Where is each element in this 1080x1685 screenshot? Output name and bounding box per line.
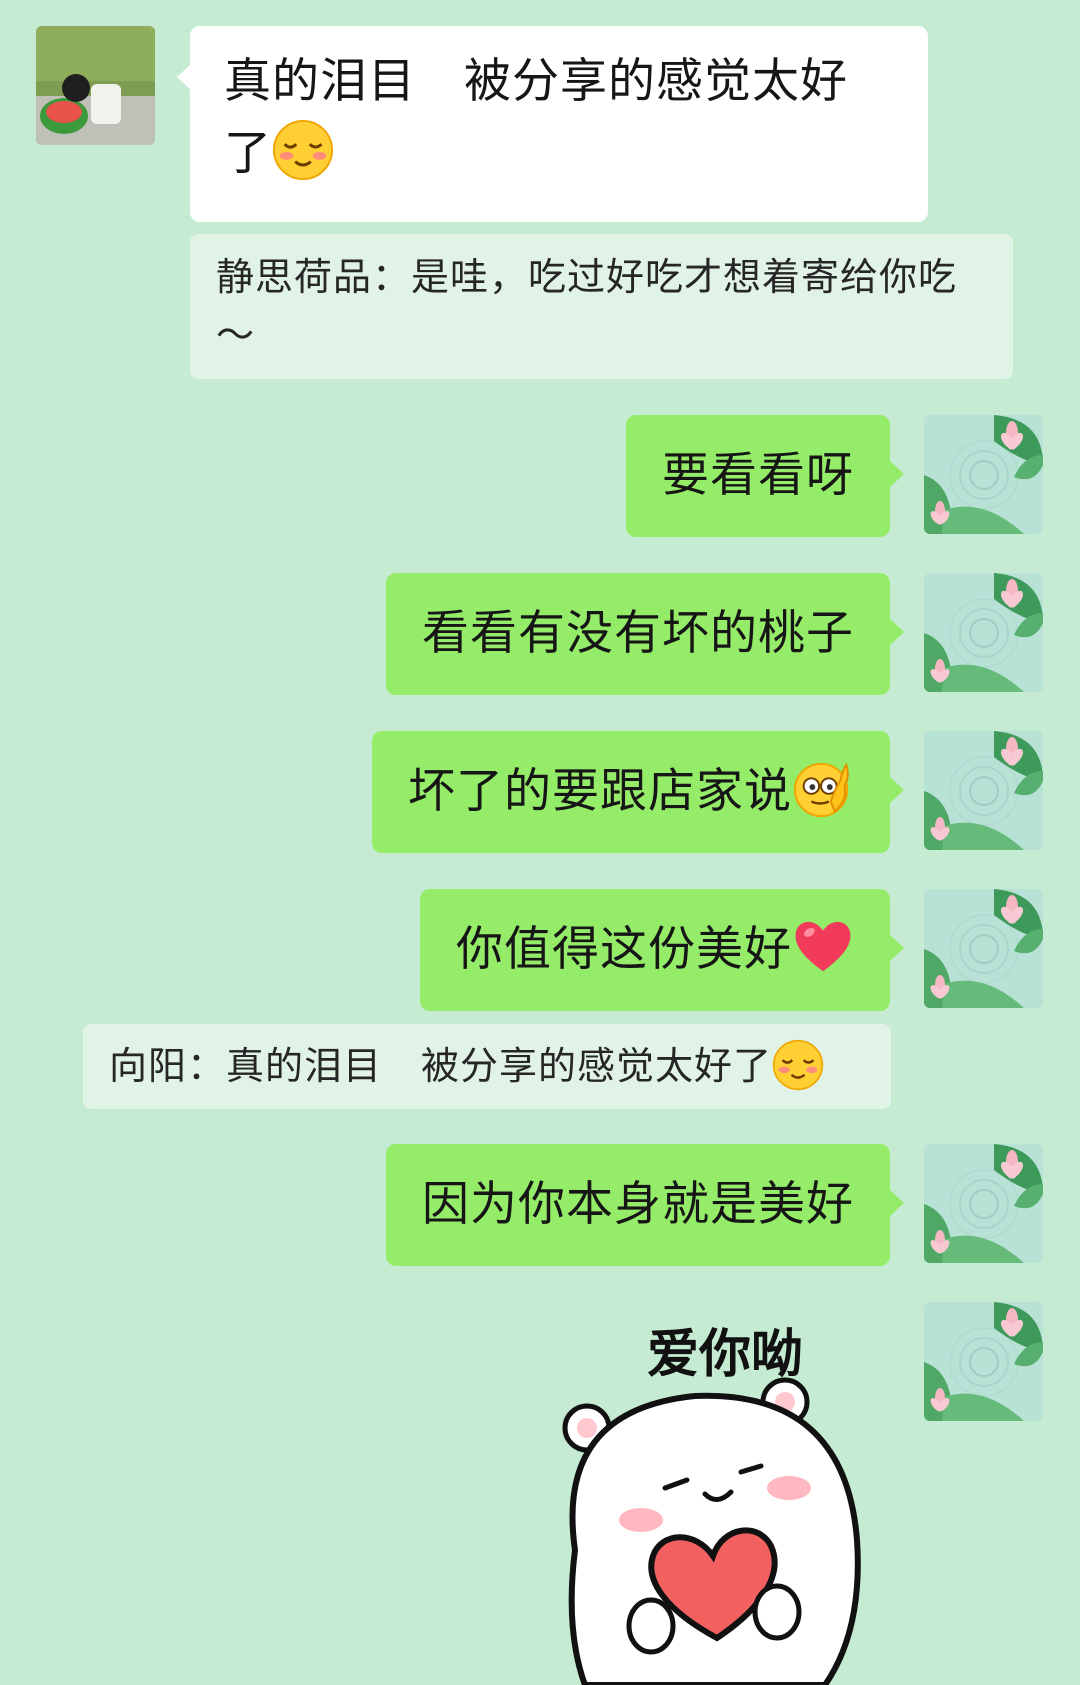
my-avatar[interactable] <box>924 889 1043 1008</box>
lotus-pond-icon <box>924 731 1043 850</box>
message-text: 因为你本身就是美好 <box>422 1177 854 1232</box>
my-avatar[interactable] <box>924 415 1043 534</box>
incoming-message-bubble[interactable]: 真的泪目 被分享的感觉太好了 <box>177 26 928 222</box>
message-text: 看看有没有坏的桃子 <box>422 606 854 661</box>
lotus-pond-icon <box>924 1144 1043 1263</box>
quote-text: 静思荷品：是哇，吃过好吃才想着寄给你吃～ <box>216 255 958 357</box>
blush-emoji-icon <box>772 1039 824 1091</box>
contact-avatar[interactable] <box>36 26 155 145</box>
lotus-pond-icon <box>924 1302 1043 1421</box>
my-avatar[interactable] <box>924 731 1043 850</box>
lotus-pond-icon <box>924 415 1043 534</box>
blush-emoji-icon <box>272 119 334 181</box>
quoted-reply[interactable]: 静思荷品：是哇，吃过好吃才想着寄给你吃～ <box>190 234 1013 379</box>
thinking-hand-emoji-icon <box>792 757 854 819</box>
my-avatar[interactable] <box>924 1144 1043 1263</box>
lotus-pond-icon <box>924 573 1043 692</box>
red-heart-emoji-icon <box>792 915 854 977</box>
my-avatar[interactable] <box>924 1302 1043 1421</box>
lotus-pond-icon <box>924 889 1043 1008</box>
quoted-reply[interactable]: 向阳：真的泪目 被分享的感觉太好了 <box>83 1024 891 1109</box>
outgoing-message-bubble[interactable]: 因为你本身就是美好 <box>386 1144 904 1266</box>
message-text: 要看看呀 <box>662 448 854 503</box>
outgoing-message-bubble[interactable]: 坏了的要跟店家说 <box>372 731 904 853</box>
quote-text: 向阳：真的泪目 被分享的感觉太好了 <box>109 1044 773 1088</box>
bear-heart-sticker[interactable]: 爱你呦 <box>545 1300 905 1685</box>
message-text: 坏了的要跟店家说 <box>408 764 792 819</box>
outgoing-message-bubble[interactable]: 要看看呀 <box>626 415 904 537</box>
my-avatar[interactable] <box>924 573 1043 692</box>
outgoing-message-bubble[interactable]: 看看有没有坏的桃子 <box>386 573 904 695</box>
outgoing-message-bubble[interactable]: 你值得这份美好 <box>420 889 904 1011</box>
message-text: 你值得这份美好 <box>456 922 792 977</box>
field-photo-icon <box>36 26 155 145</box>
sticker-caption: 爱你呦 <box>647 1325 803 1385</box>
